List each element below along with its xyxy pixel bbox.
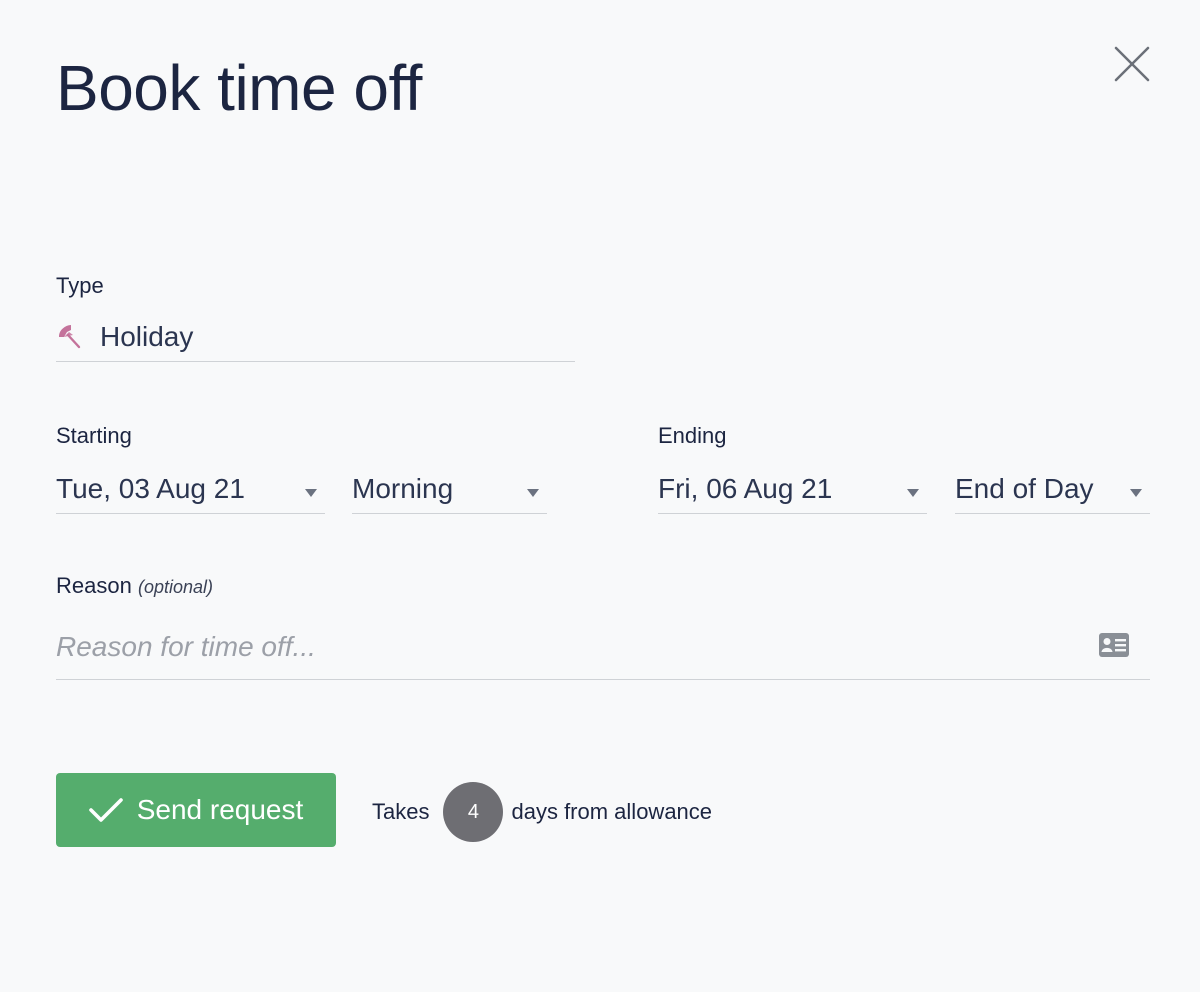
ending-date-select[interactable]: Fri, 06 Aug 21 — [658, 464, 927, 514]
ending-label: Ending — [658, 423, 727, 448]
starting-label: Starting — [56, 423, 132, 448]
send-request-label: Send request — [136, 794, 304, 825]
summary-prefix: Takes — [372, 799, 430, 824]
starting-date-value: Tue, 03 Aug 21 — [56, 472, 245, 504]
close-icon — [1114, 46, 1150, 82]
starting-period-value: Morning — [352, 472, 454, 504]
checkmark-icon — [88, 798, 123, 822]
ending-period-select[interactable]: End of Day — [955, 464, 1150, 514]
starting-period-select[interactable]: Morning — [352, 464, 547, 514]
starting-date-select[interactable]: Tue, 03 Aug 21 — [56, 464, 325, 514]
ending-date-value: Fri, 06 Aug 21 — [658, 472, 833, 504]
book-time-off-dialog: Book time off Type Holiday Starting Tue,… — [0, 0, 1200, 992]
reason-label: Reason (optional) — [56, 573, 213, 600]
reason-label-text: Reason — [56, 573, 132, 598]
dialog-title: Book time off — [56, 52, 422, 124]
reason-field — [56, 614, 1150, 680]
summary-suffix: days from allowance — [511, 799, 713, 824]
chevron-down-icon — [907, 488, 919, 497]
type-value: Holiday — [100, 320, 194, 352]
chevron-down-icon — [527, 488, 539, 497]
reason-input[interactable] — [56, 630, 1076, 663]
days-count-badge: 4 — [443, 782, 504, 842]
ending-period-value: End of Day — [955, 472, 1094, 504]
chevron-down-icon — [1130, 488, 1142, 497]
send-request-button[interactable]: Send request — [56, 773, 336, 847]
contact-card-icon[interactable] — [1098, 632, 1130, 660]
close-button[interactable] — [1108, 40, 1156, 88]
chevron-down-icon — [305, 488, 317, 497]
reason-optional-hint: (optional) — [137, 577, 214, 597]
umbrella-icon — [56, 323, 84, 351]
type-label: Type — [56, 273, 104, 298]
allowance-summary: Takes 4 days from allowance — [372, 782, 712, 842]
type-select[interactable]: Holiday — [56, 312, 575, 362]
